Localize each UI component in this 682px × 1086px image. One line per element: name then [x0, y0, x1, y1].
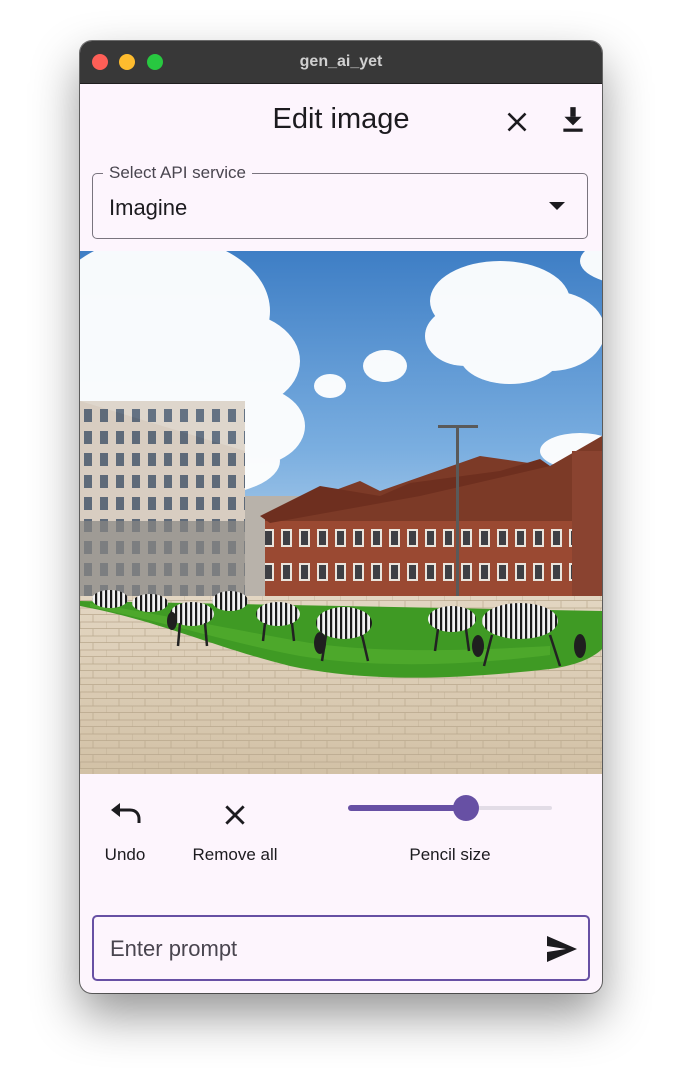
- api-service-label: Select API service: [103, 163, 253, 183]
- slider-active-track: [348, 805, 467, 811]
- undo-button[interactable]: Undo: [94, 799, 156, 864]
- page-title: Edit image: [272, 103, 410, 135]
- send-button[interactable]: [544, 931, 580, 967]
- api-service-value: Imagine: [109, 195, 188, 220]
- close-icon: [507, 112, 527, 132]
- dropdown-arrow-icon: [549, 202, 565, 210]
- remove-all-button[interactable]: Remove all: [180, 799, 290, 864]
- slider-thumb[interactable]: [453, 795, 480, 821]
- window-title: gen_ai_yet: [299, 53, 383, 70]
- send-icon: [547, 936, 577, 962]
- download-button[interactable]: [553, 100, 593, 140]
- app-window: gen_ai_yet Edit image Select API service…: [80, 41, 602, 993]
- download-icon: [563, 107, 583, 132]
- pencil-size-slider[interactable]: [348, 793, 552, 823]
- undo-icon: [94, 799, 156, 831]
- window-titlebar[interactable]: gen_ai_yet: [80, 41, 602, 84]
- image-canvas[interactable]: [80, 251, 602, 774]
- prompt-input[interactable]: [108, 929, 532, 969]
- prompt-field[interactable]: [92, 915, 590, 981]
- remove-all-label: Remove all: [192, 845, 278, 864]
- close-button[interactable]: [497, 102, 537, 142]
- edited-image: [80, 251, 602, 774]
- pencil-size-label: Pencil size: [409, 845, 491, 864]
- undo-label: Undo: [104, 845, 146, 864]
- api-service-select[interactable]: Select API service Imagine: [92, 163, 588, 239]
- remove-all-icon: [180, 799, 290, 831]
